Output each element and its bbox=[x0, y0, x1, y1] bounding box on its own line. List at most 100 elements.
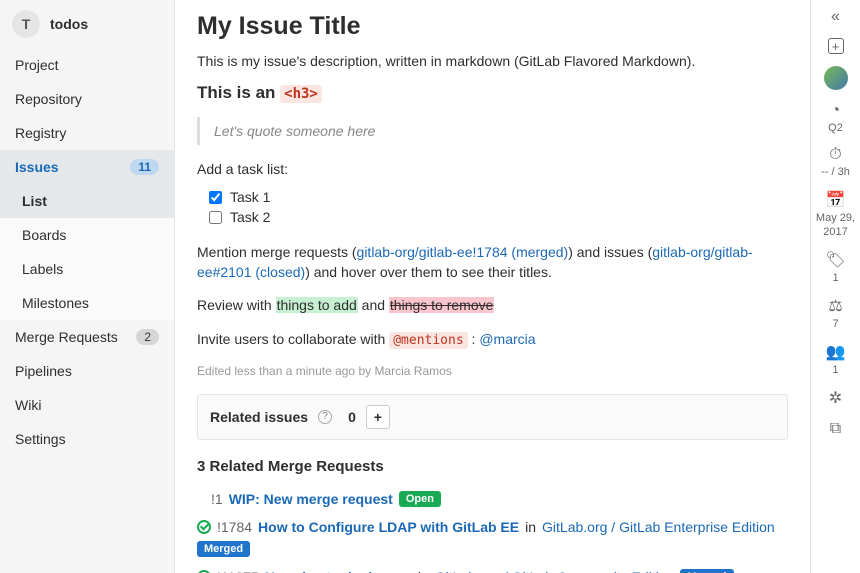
sidebar-item-merge-requests[interactable]: Merge Requests 2 bbox=[0, 320, 174, 354]
sidebar-item-label: Merge Requests bbox=[15, 329, 118, 345]
sidebar-item-label: Pipelines bbox=[15, 363, 72, 379]
sidebar-item-label: List bbox=[22, 193, 47, 209]
mr-item: !1 WIP: New merge request Open bbox=[197, 485, 788, 513]
mr-ref: !1784 bbox=[217, 519, 252, 535]
sidebar-item-label: Wiki bbox=[15, 397, 41, 413]
text: and bbox=[358, 297, 389, 313]
left-sidebar: T todos Project Repository Registry Issu… bbox=[0, 0, 175, 573]
mr-item: !11075 New doc topic: issues in GitLab.o… bbox=[197, 563, 788, 573]
labels-count: 1 bbox=[832, 272, 838, 284]
copy-reference-button[interactable]: ⧉ bbox=[830, 420, 841, 438]
sidebar-item-label: Registry bbox=[15, 125, 66, 141]
sidebar-item-label: Milestones bbox=[22, 295, 89, 311]
sidebar-item-label: Project bbox=[15, 57, 59, 73]
h3-prefix-text: This is an bbox=[197, 83, 280, 102]
related-issues-count: 0 bbox=[348, 409, 356, 425]
rss-icon: ✲ bbox=[829, 388, 842, 408]
issue-description: This is my issue's description, written … bbox=[197, 53, 788, 69]
sidebar-item-pipelines[interactable]: Pipelines bbox=[0, 354, 174, 388]
user-mention-link[interactable]: @marcia bbox=[479, 331, 535, 347]
plus-icon: + bbox=[828, 38, 844, 54]
project-avatar: T bbox=[12, 10, 40, 38]
participants-widget[interactable]: 👥1 bbox=[826, 342, 846, 376]
mr-count-badge: 2 bbox=[136, 329, 159, 345]
sidebar-subitem-milestones[interactable]: Milestones bbox=[0, 286, 174, 320]
sidebar-item-registry[interactable]: Registry bbox=[0, 116, 174, 150]
diff-insert: things to add bbox=[276, 297, 358, 313]
h3-code-tag: <h3> bbox=[280, 85, 322, 103]
right-sidebar: « + ◔Q2 ⏱-- / 3h 📅May 29,2017 🏷1 ⚖7 👥1 ✲… bbox=[810, 0, 860, 573]
chevron-left-icon: « bbox=[831, 8, 840, 26]
add-related-issue-button[interactable]: + bbox=[366, 405, 390, 429]
sidebar-subitem-boards[interactable]: Boards bbox=[0, 218, 174, 252]
notifications-button[interactable]: ✲ bbox=[829, 388, 842, 408]
mr-title-link[interactable]: New doc topic: issues bbox=[265, 569, 412, 573]
issue-main: My Issue Title This is my issue's descri… bbox=[175, 0, 810, 573]
blockquote: Let's quote someone here bbox=[197, 117, 788, 145]
related-mr-header: 3 Related Merge Requests bbox=[197, 458, 788, 475]
mr-item: !1784 How to Configure LDAP with GitLab … bbox=[197, 513, 788, 563]
sidebar-subitem-labels[interactable]: Labels bbox=[0, 252, 174, 286]
clock-icon: ◔ bbox=[831, 102, 841, 120]
task-item: Task 1 bbox=[209, 187, 788, 207]
mr-context-link[interactable]: GitLab.org / GitLab Enterprise Edition bbox=[542, 519, 775, 535]
date-text: 2017 bbox=[823, 226, 847, 238]
assignee-avatar[interactable] bbox=[824, 66, 848, 90]
participants-count: 1 bbox=[832, 364, 838, 376]
time-text: -- / 3h bbox=[821, 166, 850, 178]
text: : bbox=[468, 331, 480, 347]
stopwatch-icon: ⏱ bbox=[829, 146, 841, 164]
mr-state-badge: Merged bbox=[197, 541, 250, 557]
text: in bbox=[418, 569, 429, 573]
sidebar-item-repository[interactable]: Repository bbox=[0, 82, 174, 116]
task-checkbox[interactable] bbox=[209, 211, 222, 224]
mention-paragraph: Mention merge requests (gitlab-org/gitla… bbox=[197, 243, 788, 282]
sidebar-subitem-list[interactable]: List bbox=[0, 184, 174, 218]
weight-widget[interactable]: ⚖7 bbox=[828, 296, 842, 330]
issue-title: My Issue Title bbox=[197, 12, 788, 41]
mr-title-link[interactable]: WIP: New merge request bbox=[229, 491, 393, 507]
tasklist-label: Add a task list: bbox=[197, 161, 788, 177]
add-button[interactable]: + bbox=[828, 38, 844, 54]
milestone-widget[interactable]: ◔Q2 bbox=[828, 102, 843, 134]
task-item: Task 2 bbox=[209, 207, 788, 227]
project-header[interactable]: T todos bbox=[0, 0, 174, 48]
mention-code: @mentions bbox=[389, 332, 467, 349]
help-icon[interactable]: ? bbox=[318, 410, 332, 424]
review-paragraph: Review with things to add and things to … bbox=[197, 296, 788, 316]
mr-state-badge: Merged bbox=[680, 569, 733, 573]
sidebar-item-label: Boards bbox=[22, 227, 66, 243]
mr-state-badge: Open bbox=[399, 491, 441, 507]
sidebar-item-wiki[interactable]: Wiki bbox=[0, 388, 174, 422]
people-icon: 👥 bbox=[826, 342, 846, 362]
diff-delete: things to remove bbox=[389, 297, 495, 313]
sidebar-nav-lower: Merge Requests 2 Pipelines Wiki Settings bbox=[0, 320, 174, 456]
labels-widget[interactable]: 🏷1 bbox=[825, 250, 845, 284]
text: ) and hover over them to see their title… bbox=[305, 264, 552, 280]
mr-reference-link[interactable]: gitlab-org/gitlab-ee!1784 (merged) bbox=[357, 244, 569, 260]
task-checkbox[interactable] bbox=[209, 191, 222, 204]
issues-count-badge: 11 bbox=[130, 159, 159, 175]
text: Mention merge requests ( bbox=[197, 244, 357, 260]
copy-icon: ⧉ bbox=[830, 420, 841, 438]
mr-ref: !11075 bbox=[217, 569, 259, 573]
scale-icon: ⚖ bbox=[828, 296, 842, 316]
weight-count: 7 bbox=[832, 318, 838, 330]
invite-paragraph: Invite users to collaborate with @mentio… bbox=[197, 330, 788, 350]
due-date-widget[interactable]: 📅May 29,2017 bbox=[816, 190, 855, 238]
task-label: Task 2 bbox=[230, 209, 270, 225]
task-label: Task 1 bbox=[230, 189, 270, 205]
sidebar-item-label: Repository bbox=[15, 91, 82, 107]
sidebar-item-issues[interactable]: Issues 11 bbox=[0, 150, 174, 184]
mr-title-link[interactable]: How to Configure LDAP with GitLab EE bbox=[258, 519, 519, 535]
issues-subnav: List Boards Labels Milestones bbox=[0, 184, 174, 320]
sidebar-item-settings[interactable]: Settings bbox=[0, 422, 174, 456]
text: Review with bbox=[197, 297, 276, 313]
sidebar-item-project[interactable]: Project bbox=[0, 48, 174, 82]
sidebar-item-label: Issues bbox=[15, 159, 59, 175]
collapse-sidebar-button[interactable]: « bbox=[831, 8, 840, 26]
mr-context-link[interactable]: GitLab.org / GitLab Community Edition bbox=[435, 569, 675, 573]
sidebar-item-label: Labels bbox=[22, 261, 63, 277]
time-tracking-widget[interactable]: ⏱ -- / 3h bbox=[821, 146, 850, 178]
tasklist: Task 1 Task 2 bbox=[209, 187, 788, 227]
